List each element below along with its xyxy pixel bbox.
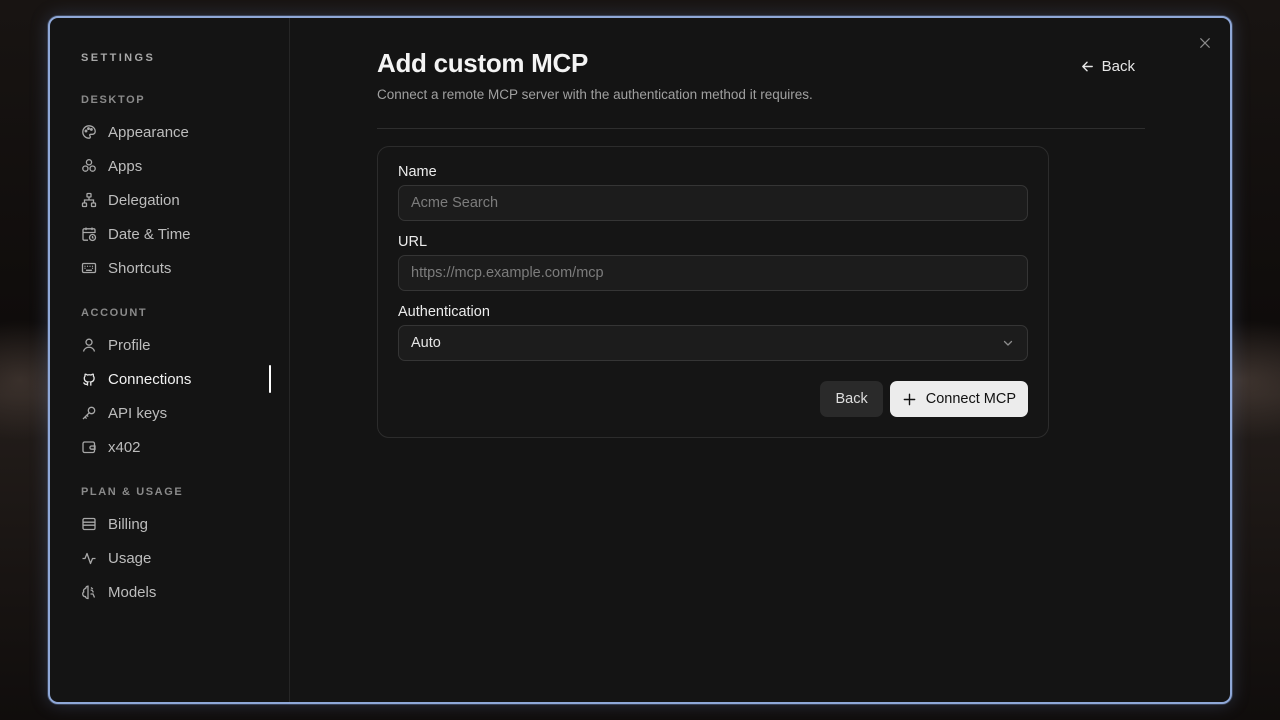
sidebar-item-label: Profile xyxy=(108,336,151,354)
header-back-label: Back xyxy=(1101,58,1135,75)
sidebar-item-apps[interactable]: Apps xyxy=(81,149,271,183)
name-input[interactable]: Acme Search xyxy=(398,185,1028,221)
sidebar-item-date-time[interactable]: Date & Time xyxy=(81,217,271,251)
sidebar-item-label: Appearance xyxy=(108,123,189,141)
sidebar-item-appearance[interactable]: Appearance xyxy=(81,115,271,149)
connect-mcp-button[interactable]: Connect MCP xyxy=(889,381,1028,417)
sidebar-section-plan-usage: PLAN & USAGE Billing Usage Models xyxy=(81,486,289,609)
sidebar-item-profile[interactable]: Profile xyxy=(81,328,271,362)
sidebar-item-delegation[interactable]: Delegation xyxy=(81,183,271,217)
main-panel: Add custom MCP Connect a remote MCP serv… xyxy=(290,18,1230,702)
sidebar-item-shortcuts[interactable]: Shortcuts xyxy=(81,251,271,285)
sidebar-item-connections[interactable]: Connections xyxy=(81,362,271,396)
name-label: Name xyxy=(398,164,437,180)
section-label-desktop: DESKTOP xyxy=(81,94,146,106)
add-mcp-form: Name Acme Search URL https://mcp.example… xyxy=(377,146,1049,438)
url-label: URL xyxy=(398,234,428,250)
url-placeholder: https://mcp.example.com/mcp xyxy=(411,265,604,281)
sidebar-item-label: Models xyxy=(108,583,157,601)
url-input[interactable]: https://mcp.example.com/mcp xyxy=(398,255,1028,291)
sidebar-item-label: Connections xyxy=(108,370,192,388)
page-title: Add custom MCP xyxy=(377,48,589,78)
sidebar-section-account: ACCOUNT Profile Connections API keys x40… xyxy=(81,307,289,464)
sidebar-item-label: Delegation xyxy=(108,191,180,209)
sidebar-section-desktop: DESKTOP Appearance Apps Delegation Date … xyxy=(81,94,289,285)
header-back-button[interactable]: Back xyxy=(1080,58,1135,75)
sidebar-item-label: Apps xyxy=(108,157,143,175)
brain-icon xyxy=(81,584,97,600)
sidebar-item-label: Shortcuts xyxy=(108,259,172,277)
plus-icon xyxy=(903,393,916,405)
section-label-plan-usage: PLAN & USAGE xyxy=(81,486,184,498)
authentication-value: Auto xyxy=(411,335,441,351)
billing-icon xyxy=(81,516,97,532)
apps-icon xyxy=(81,158,97,174)
settings-modal: SETTINGS DESKTOP Appearance Apps Delegat… xyxy=(48,16,1232,704)
sidebar-item-label: API keys xyxy=(108,404,168,422)
sidebar-item-billing[interactable]: Billing xyxy=(81,507,271,541)
sidebar-item-label: Billing xyxy=(108,515,149,533)
palette-icon xyxy=(81,124,97,140)
back-button[interactable]: Back xyxy=(820,381,883,417)
name-placeholder: Acme Search xyxy=(411,195,499,211)
sidebar-item-api-keys[interactable]: API keys xyxy=(81,396,271,430)
keyboard-icon xyxy=(81,260,97,276)
sidebar-item-label: Usage xyxy=(108,549,152,567)
sidebar-item-usage[interactable]: Usage xyxy=(81,541,271,575)
authentication-label: Authentication xyxy=(398,304,490,320)
chevron-down-icon xyxy=(1003,340,1013,346)
sidebar-item-x402[interactable]: x402 xyxy=(81,430,271,464)
sidebar: SETTINGS DESKTOP Appearance Apps Delegat… xyxy=(50,18,290,702)
arrow-left-icon xyxy=(1081,61,1093,72)
wallet-icon xyxy=(81,439,97,455)
calendar-clock-icon xyxy=(81,226,97,242)
sidebar-item-label: x402 xyxy=(108,438,141,456)
sidebar-item-label: Date & Time xyxy=(108,225,191,243)
sidebar-item-models[interactable]: Models xyxy=(81,575,271,609)
settings-title: SETTINGS xyxy=(81,52,156,64)
github-icon xyxy=(81,371,97,387)
connect-mcp-label: Connect MCP xyxy=(925,391,1016,407)
activity-icon xyxy=(81,550,97,566)
key-icon xyxy=(81,405,97,421)
form-actions: Back Connect MCP xyxy=(820,381,1028,417)
page-header: Add custom MCP Connect a remote MCP serv… xyxy=(377,48,1145,129)
close-icon[interactable] xyxy=(1196,34,1214,52)
page-subtitle: Connect a remote MCP server with the aut… xyxy=(377,87,813,102)
user-icon xyxy=(81,337,97,353)
hierarchy-icon xyxy=(81,192,97,208)
authentication-select[interactable]: Auto xyxy=(398,325,1028,361)
section-label-account: ACCOUNT xyxy=(81,307,148,319)
